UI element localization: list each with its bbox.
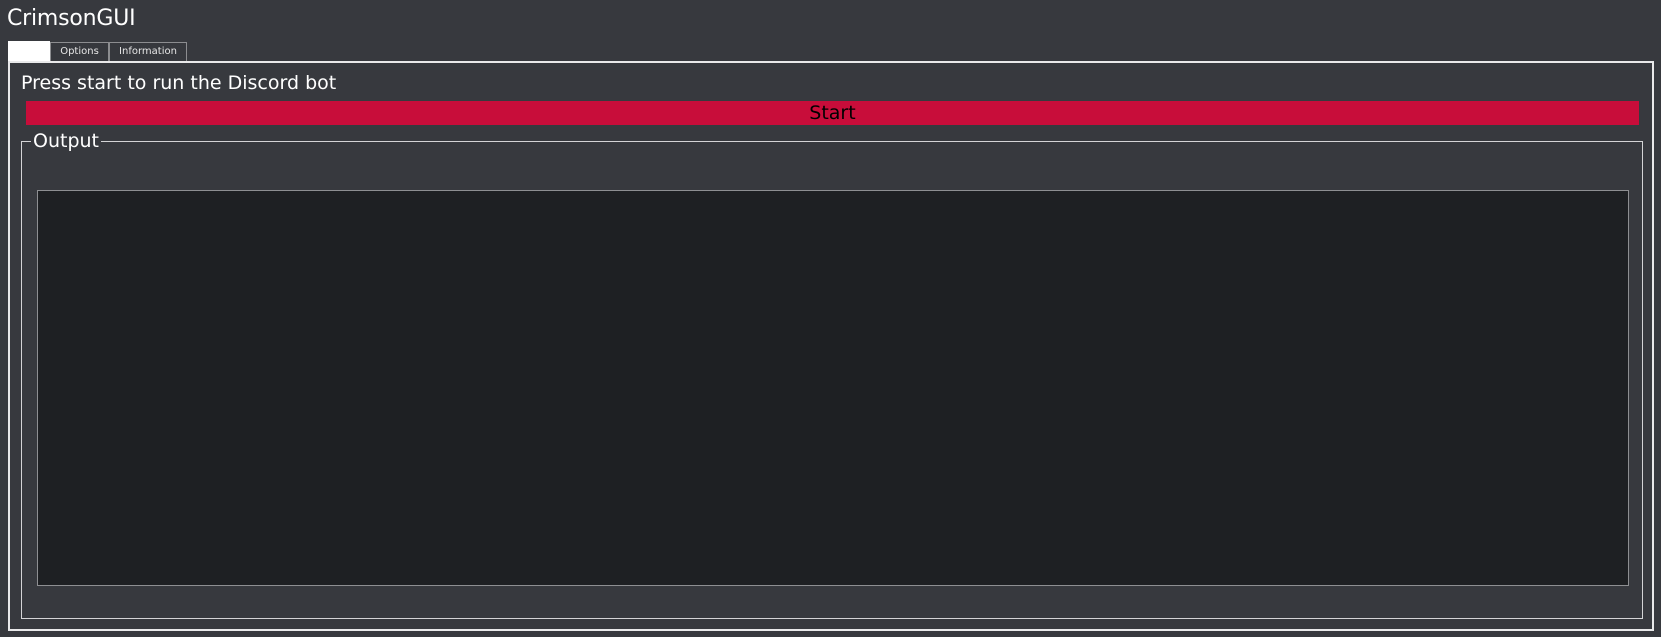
output-group: Output: [21, 129, 1643, 619]
tab-bar: Options Information: [8, 41, 187, 61]
start-button[interactable]: Start: [26, 101, 1639, 125]
tab-main[interactable]: [8, 41, 50, 61]
output-legend: Output: [31, 129, 101, 153]
instruction-text: Press start to run the Discord bot: [21, 72, 337, 94]
window-title: CrimsonGUI: [7, 6, 136, 31]
main-tab-panel: Press start to run the Discord bot Start…: [8, 61, 1654, 631]
output-text-area[interactable]: [37, 190, 1629, 586]
tab-information[interactable]: Information: [109, 42, 187, 61]
app-window: CrimsonGUI Options Information Press sta…: [0, 0, 1661, 637]
tab-options[interactable]: Options: [50, 42, 109, 61]
